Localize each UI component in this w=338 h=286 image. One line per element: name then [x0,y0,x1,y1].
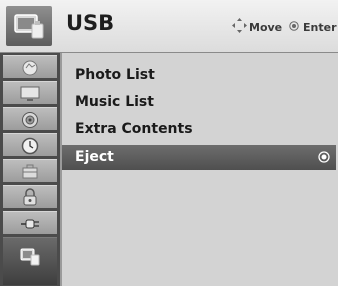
menu-item-label: Photo List [75,67,155,83]
option-briefcase-icon [22,164,38,179]
screen-icon [20,86,40,101]
menu-item-music-list[interactable]: Music List [62,90,336,115]
menu-item-label: Extra Contents [75,121,193,137]
ok-circle-icon [289,21,299,31]
move-hint-label: Move [249,21,283,34]
usb-device-icon [6,6,52,46]
sidebar-item-option[interactable] [3,159,57,182]
sidebar-item-picture[interactable] [3,55,57,78]
sidebar-item-time[interactable] [3,133,57,156]
sidebar-item-lock[interactable] [3,185,57,208]
menu-item-label: Music List [75,94,154,110]
time-clock-icon [21,137,39,155]
sidebar-item-input[interactable] [3,211,57,234]
usb-menu-window: USB Move Enter Photo List Music List Ext… [0,0,338,286]
menu-item-eject[interactable]: Eject [62,145,336,170]
input-plug-icon [21,219,39,229]
sidebar-item-screen[interactable] [3,81,57,104]
sidebar-item-usb[interactable] [3,237,57,285]
category-sidebar [0,53,60,286]
menu-item-label: Eject [75,149,114,165]
four-way-arrow-icon [232,18,247,33]
lock-icon [23,188,37,206]
usb-menu-list: Photo List Music List Extra Contents Eje… [62,53,338,286]
menu-item-photo-list[interactable]: Photo List [62,63,336,88]
enter-hint-label: Enter [303,21,337,34]
ok-circle-icon [318,151,330,163]
page-title: USB [66,11,115,35]
menu-item-extra-contents[interactable]: Extra Contents [62,117,336,142]
picture-setup-icon [22,60,38,76]
menu-header: USB Move Enter [0,0,338,53]
usb-icon [20,248,40,266]
audio-speaker-icon [22,112,38,128]
sidebar-item-audio[interactable] [3,107,57,130]
